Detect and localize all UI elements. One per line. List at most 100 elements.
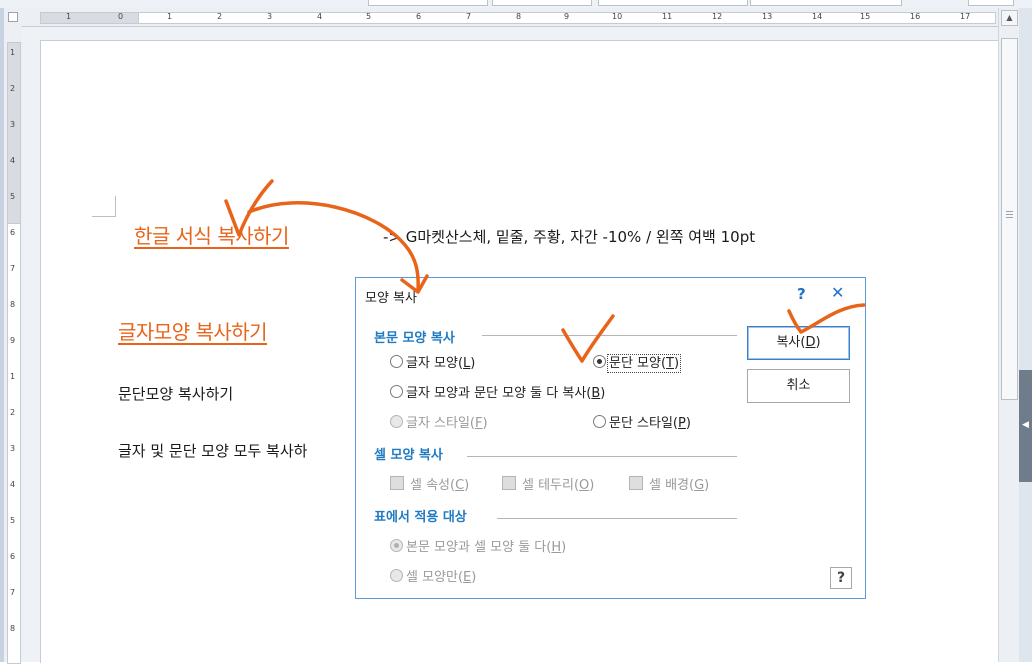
- thumb-grip: [1006, 211, 1013, 212]
- option-cell-only[interactable]: 셀 모양만(E): [390, 566, 476, 585]
- ruler-number: 3: [10, 444, 16, 453]
- ruler-number: 5: [10, 192, 16, 201]
- check-cell-attr[interactable]: 셀 속성(C): [390, 474, 469, 493]
- ruler-number: 13: [762, 12, 773, 21]
- option-body-and-cell[interactable]: 본문 모양과 셀 모양 둘 다(H): [390, 536, 566, 555]
- ruler-number: 2: [217, 12, 223, 21]
- option-label-suffix: ): [674, 356, 680, 371]
- vertical-ruler[interactable]: 1 2 3 4 5 6 7 8 9 1 2 3 4 5 6 7 8: [4, 8, 22, 664]
- scrollbar-thumb[interactable]: [1001, 38, 1018, 400]
- option-label: 셀 테두리(: [522, 478, 580, 493]
- ruler-number: 6: [416, 12, 422, 21]
- option-char-style[interactable]: 글자 스타일(F): [390, 412, 488, 431]
- scroll-up-button[interactable]: ▲: [1001, 10, 1018, 26]
- ruler-corner[interactable]: [4, 8, 22, 26]
- ruler-number: 4: [10, 156, 16, 165]
- toolbar-box[interactable]: [598, 0, 748, 6]
- radio-char-shape[interactable]: [390, 355, 403, 368]
- horizontal-ruler-margin: [40, 12, 139, 24]
- ruler-number: 9: [564, 12, 570, 21]
- thumb-grip: [1006, 217, 1013, 218]
- question-mark-icon[interactable]: ?: [797, 285, 806, 303]
- document-line-1[interactable]: 문단모양 복사하기: [118, 383, 233, 404]
- document-heading-1[interactable]: 한글 서식 복사하기: [134, 220, 289, 249]
- option-para-style[interactable]: 문단 스타일(P): [593, 412, 691, 431]
- ruler-number: 1: [10, 372, 16, 381]
- side-panel-strip: ◀: [1019, 8, 1032, 662]
- option-label-suffix: ): [589, 478, 595, 493]
- option-para-shape[interactable]: 문단 모양(T): [593, 352, 682, 373]
- mnemonic: T: [666, 356, 674, 371]
- option-label: 셀 속성(: [410, 478, 456, 493]
- ruler-number: 14: [812, 12, 823, 21]
- ruler-number: 8: [10, 300, 16, 309]
- ruler-number: 8: [10, 624, 16, 633]
- ruler-number: 11: [662, 12, 673, 21]
- ruler-number: 3: [267, 12, 273, 21]
- chevron-left-icon: ◀: [1022, 420, 1029, 430]
- mnemonic: G: [694, 478, 705, 493]
- checkbox-cell-attr[interactable]: [390, 476, 404, 490]
- heading-1-note-text: -> G마켓산스체, 밑줄, 주황, 자간 -10% / 왼쪽 여백 10pt: [383, 228, 756, 246]
- option-label-suffix: ): [704, 478, 710, 493]
- thumb-grip: [1006, 214, 1013, 215]
- toolbar-box[interactable]: [492, 0, 592, 6]
- ruler-number: 9: [10, 336, 16, 345]
- option-label: 글자 모양과 문단 모양 둘 다 복사(: [406, 386, 592, 401]
- section-cell-copy: 셀 모양 복사: [374, 448, 443, 463]
- ruler-number: 2: [10, 84, 16, 93]
- option-char-shape[interactable]: 글자 모양(L): [390, 352, 475, 371]
- check-cell-bg[interactable]: 셀 배경(G): [629, 474, 709, 493]
- radio-para-shape[interactable]: [593, 355, 606, 368]
- ruler-number: 6: [10, 228, 16, 237]
- option-label-suffix: ): [470, 356, 476, 371]
- option-label-suffix: ): [464, 478, 470, 493]
- cancel-button[interactable]: 취소: [747, 369, 850, 403]
- format-copy-dialog: 모양 복사 ? ✕ 본문 모양 복사 글자 모양(L) 문단 모양(T) 글자 …: [355, 277, 866, 599]
- ruler-number: 4: [10, 480, 16, 489]
- help-button[interactable]: ?: [830, 567, 852, 589]
- checkbox-cell-bg[interactable]: [629, 476, 643, 490]
- option-label-suffix: ): [600, 386, 606, 401]
- section-body-copy: 본문 모양 복사: [374, 331, 455, 346]
- heading-1-note[interactable]: -> G마켓산스체, 밑줄, 주황, 자간 -10% / 왼쪽 여백 10pt: [383, 226, 755, 247]
- option-both-shapes[interactable]: 글자 모양과 문단 모양 둘 다 복사(B): [390, 382, 605, 401]
- toolbar-box[interactable]: [750, 0, 902, 6]
- vertical-scrollbar[interactable]: ▲: [998, 8, 1019, 662]
- margin-corner-mark: [115, 196, 116, 216]
- document-heading-2[interactable]: 글자모양 복사하기: [118, 316, 268, 345]
- ruler-number: 6: [10, 552, 16, 561]
- section-divider: [482, 335, 737, 336]
- check-cell-border[interactable]: 셀 테두리(O): [502, 474, 594, 493]
- copy-button[interactable]: 복사(D): [747, 326, 850, 360]
- section-divider: [467, 456, 737, 457]
- document-line-2[interactable]: 글자 및 문단 모양 모두 복사하: [118, 440, 307, 461]
- ruler-number: 0: [118, 12, 124, 21]
- ruler-number: 1: [66, 12, 72, 21]
- mnemonic: F: [475, 416, 483, 431]
- section-divider: [497, 518, 737, 519]
- radio-cell-only[interactable]: [390, 569, 403, 582]
- radio-body-and-cell[interactable]: [390, 539, 403, 552]
- option-label: 문단 스타일(: [609, 416, 679, 431]
- radio-char-style[interactable]: [390, 415, 403, 428]
- mnemonic: P: [678, 416, 686, 431]
- option-label-suffix: ): [561, 540, 567, 555]
- ruler-number: 7: [10, 264, 16, 273]
- side-panel-tab[interactable]: ◀: [1019, 370, 1032, 482]
- toolbar-box[interactable]: [968, 0, 1014, 6]
- checkbox-cell-border[interactable]: [502, 476, 516, 490]
- ruler-number: 7: [466, 12, 472, 21]
- radio-both-shapes[interactable]: [390, 385, 403, 398]
- ruler-number: 12: [712, 12, 723, 21]
- button-label: 복사(: [776, 335, 806, 350]
- close-icon[interactable]: ✕: [831, 283, 844, 302]
- radio-para-style[interactable]: [593, 415, 606, 428]
- toolbar-box[interactable]: [368, 0, 488, 6]
- mnemonic: D: [805, 335, 816, 350]
- horizontal-ruler[interactable]: 1 0 1 2 3 4 5 6 7 8 9 10 11 12 13 14 15 16 17: [22, 8, 998, 27]
- ruler-number: 10: [612, 12, 623, 21]
- ruler-number: 15: [860, 12, 871, 21]
- ruler-number: 8: [516, 12, 522, 21]
- ruler-number: 16: [910, 12, 921, 21]
